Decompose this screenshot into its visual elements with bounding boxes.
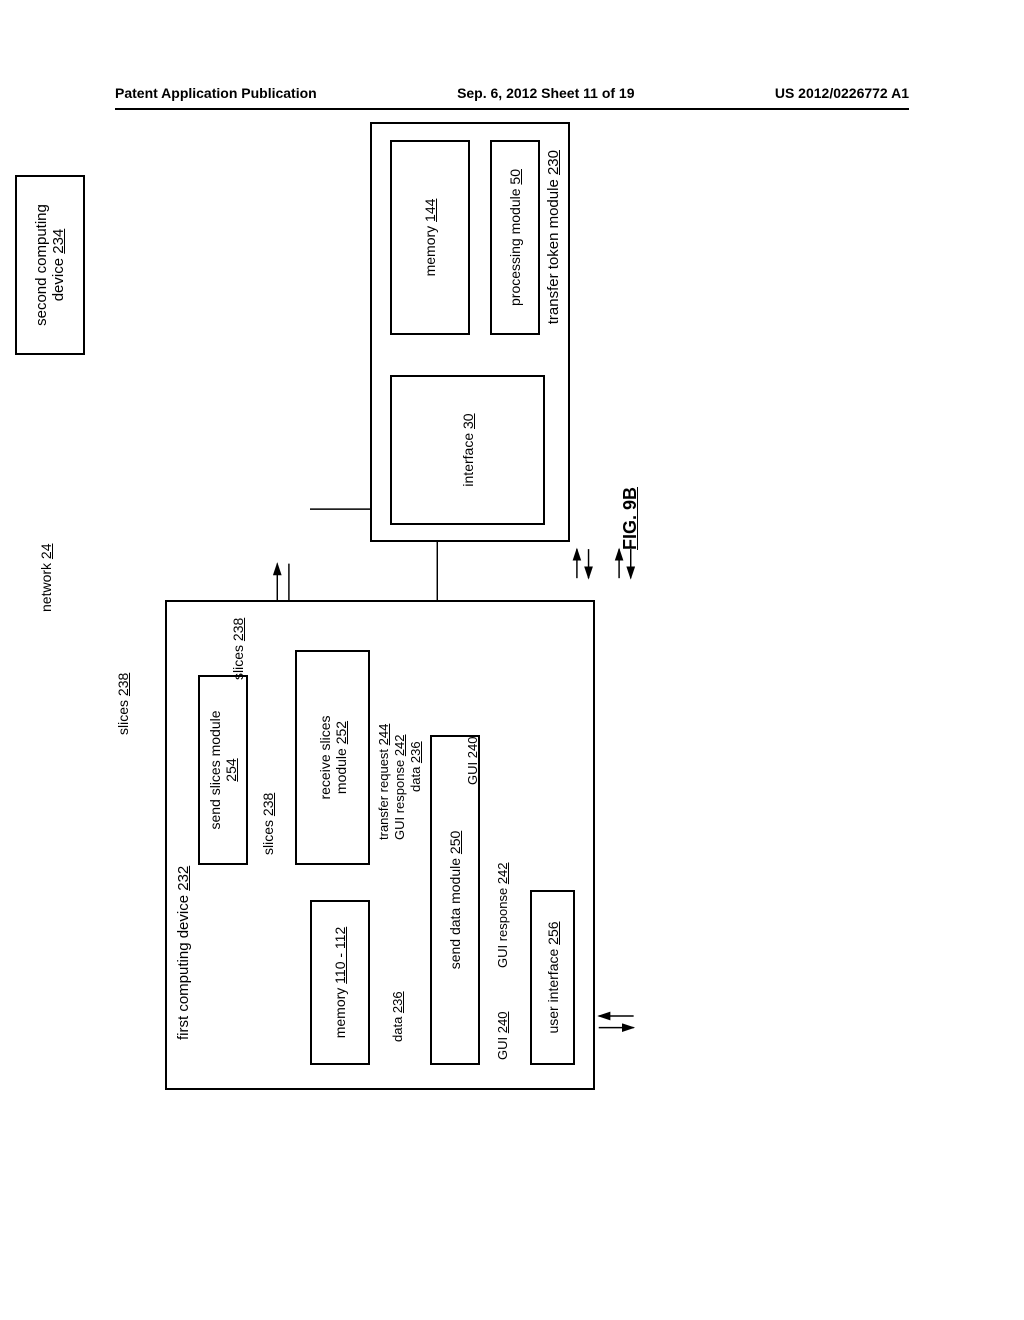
diagram: DSN memory 22 bbox=[0, 320, 1024, 1120]
slices-inner2: slices 238 bbox=[230, 618, 246, 680]
slices-left-label: slices 238 bbox=[115, 673, 131, 735]
header-left: Patent Application Publication bbox=[115, 85, 317, 101]
transfer-request-label: transfer request 244 bbox=[376, 724, 391, 840]
gui-response-label: GUI response 242 bbox=[392, 734, 407, 840]
network-label: network 24 bbox=[38, 544, 54, 613]
second-computing-l1: second computing bbox=[33, 204, 50, 326]
memory-first-box: memory 110 - 112 bbox=[310, 900, 370, 1065]
header-rule bbox=[115, 108, 909, 110]
data2-label: data 236 bbox=[390, 991, 405, 1042]
gui-response2-label: GUI response 242 bbox=[495, 862, 510, 968]
second-computing-l2: device 234 bbox=[50, 229, 67, 302]
gui1-label: GUI 240 bbox=[465, 737, 480, 785]
processing-module-box: processing module 50 bbox=[490, 140, 540, 335]
header-center: Sep. 6, 2012 Sheet 11 of 19 bbox=[457, 85, 634, 101]
send-slices-module-box: send slices module 254 bbox=[198, 675, 248, 865]
gui2-label: GUI 240 bbox=[495, 1012, 510, 1060]
header-right: US 2012/0226772 A1 bbox=[775, 85, 909, 101]
figure-label: FIG. 9B bbox=[620, 487, 641, 550]
slices-inner1: slices 238 bbox=[260, 793, 276, 855]
first-computing-label: first computing device 232 bbox=[175, 866, 192, 1040]
memory-token-box: memory 144 bbox=[390, 140, 470, 335]
transfer-token-label: transfer token module 230 bbox=[545, 150, 562, 324]
patent-header: Patent Application Publication Sep. 6, 2… bbox=[115, 85, 909, 101]
interface-box: interface 30 bbox=[390, 375, 545, 525]
second-computing-box: second computing device 234 bbox=[15, 175, 85, 355]
receive-slices-module-box: receive slices module 252 bbox=[295, 650, 370, 865]
data1-label: data 236 bbox=[408, 741, 423, 792]
user-interface-box: user interface 256 bbox=[530, 890, 575, 1065]
